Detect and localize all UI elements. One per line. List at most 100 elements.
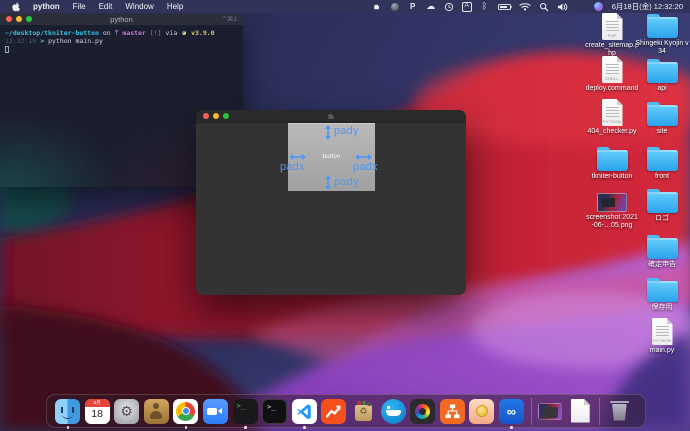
pady-top-arrow-icon: [325, 125, 331, 140]
terminal-cursor: [5, 45, 9, 53]
dock-item-docker[interactable]: [380, 398, 406, 424]
desktop-icon-logo-folder[interactable]: ロゴ: [635, 188, 689, 223]
dock-item-sitemap-app[interactable]: [439, 398, 465, 424]
file-type-badge: SHELL: [605, 76, 619, 81]
folder-icon: [646, 59, 678, 83]
spotlight-icon[interactable]: [539, 1, 549, 12]
running-indicator: [244, 426, 247, 429]
dock-item-infinity-app[interactable]: ∞: [498, 398, 524, 429]
folder-icon: [646, 278, 678, 302]
chrome-icon: [173, 398, 199, 424]
dock-item-database-app[interactable]: [469, 398, 495, 424]
desktop-icon-screenshot-png[interactable]: screenshot 2021-06-…05.png: [585, 188, 639, 229]
running-indicator: [510, 426, 513, 429]
desktop-icon-404-checker-py[interactable]: PYTHON 404_checker.py: [585, 99, 639, 136]
calendar-day: 18: [91, 407, 103, 420]
dock-item-recent-document[interactable]: [568, 398, 593, 424]
time-machine-icon[interactable]: [444, 1, 454, 12]
folder-icon: [646, 14, 678, 38]
folder-icon: [646, 147, 678, 171]
person-icon: [143, 398, 169, 424]
p-app-icon[interactable]: P: [408, 1, 418, 12]
menu-item-file[interactable]: File: [73, 2, 86, 11]
dock-item-iterm[interactable]: >_: [262, 398, 288, 424]
desktop-icon-label: site: [656, 128, 668, 135]
desktop-icon-front-folder[interactable]: front: [635, 146, 689, 181]
dock-item-quicktime[interactable]: [410, 398, 436, 424]
file-type-badge: PHP: [607, 33, 617, 38]
menu-item-help[interactable]: Help: [167, 2, 183, 11]
volume-icon[interactable]: [557, 1, 568, 12]
terminal-prompt-icon: >_: [262, 398, 288, 424]
desktop-icon-label: 保存用: [651, 304, 673, 311]
dock-item-zoom[interactable]: [202, 398, 228, 424]
desktop-icon-label: tkniter-button: [591, 173, 633, 180]
menu-item-edit[interactable]: Edit: [99, 2, 113, 11]
desktop-icon-create-sitemap-php[interactable]: PHP create_sitemap.php: [585, 13, 639, 57]
wifi-icon[interactable]: [519, 1, 531, 12]
on-word: on: [102, 29, 111, 37]
desktop-icon-main-py[interactable]: PYTHON main.py: [635, 318, 689, 355]
desktop-icon-label: main.py: [649, 347, 675, 354]
bluetooth-icon[interactable]: ᛒ: [480, 1, 490, 12]
menu-bar-clock[interactable]: 6月18日(金) 12:32:20: [612, 1, 683, 12]
dock-separator: [530, 397, 532, 425]
desktop-icon-deploy-command[interactable]: SHELL deploy.command: [585, 56, 639, 93]
sphere-app-icon[interactable]: [390, 1, 400, 12]
desktop-icon-tkniter-button-folder[interactable]: tkniter-button: [585, 146, 639, 181]
terminal-titlebar[interactable]: python ⌃⌘1: [0, 13, 243, 25]
calendar-month: 6月: [84, 398, 110, 407]
desktop-icon-shingeki-folder[interactable]: Shingeki Kyojin v34: [635, 13, 689, 55]
dock-item-system-preferences[interactable]: ⚙: [114, 398, 140, 424]
menu-app-name[interactable]: python: [33, 2, 60, 11]
desktop-icon-api-folder[interactable]: api: [635, 58, 689, 93]
docker-whale-icon: [380, 398, 406, 424]
menu-item-window[interactable]: Window: [125, 2, 153, 11]
control-center-icon[interactable]: [576, 3, 586, 11]
infinity-icon: ∞: [498, 398, 524, 424]
via-word: via: [165, 29, 178, 37]
desktop-icon-label: screenshot 2021-06-…05.png: [586, 214, 638, 229]
dock-item-chart-arrow-app[interactable]: [321, 398, 347, 424]
typed-command: python main.py: [48, 37, 103, 45]
file-icon: SHELL: [601, 56, 623, 83]
video-camera-icon: [202, 398, 228, 424]
desktop-icon-tax-folder[interactable]: 確定申告: [635, 234, 689, 269]
dock-item-vscode[interactable]: [291, 398, 317, 429]
file-type-badge: PYTHON: [603, 119, 621, 124]
dock-separator: [599, 397, 601, 425]
document-icon: [570, 398, 590, 423]
desktop-icon-label: 404_checker.py: [587, 128, 637, 135]
dock-item-trash[interactable]: [607, 399, 632, 424]
desktop-icon-site-folder[interactable]: site: [635, 101, 689, 136]
python-version: v3.9.0: [191, 29, 215, 37]
file-icon: PYTHON: [601, 99, 623, 126]
dock-item-chrome[interactable]: [173, 398, 199, 429]
desktop-icon-label: front: [654, 173, 669, 180]
prompt-line-3: [5, 45, 238, 53]
desktop-icon-label: create_sitemap.php: [585, 42, 639, 57]
python-icon: [182, 31, 187, 35]
finder-icon: [55, 398, 80, 424]
desktop-icon-save-folder[interactable]: 保存用: [635, 277, 689, 312]
dock-item-minimized-window[interactable]: [538, 399, 563, 424]
desktop-icon-label: deploy.command: [585, 85, 639, 92]
dock-item-terminal[interactable]: >_: [232, 398, 258, 429]
battery-icon[interactable]: [497, 1, 513, 12]
cloud-icon[interactable]: ☁: [426, 1, 436, 12]
desktop-icon-label: ロゴ: [655, 215, 669, 222]
dock-item-appcleaner[interactable]: ♻: [351, 399, 376, 424]
siri-icon[interactable]: [594, 1, 604, 12]
input-method-icon[interactable]: A: [461, 1, 472, 12]
trash-icon: [609, 400, 629, 422]
file-icon: PHP: [601, 13, 623, 40]
dock-item-contacts[interactable]: [143, 398, 169, 424]
dock-item-calendar[interactable]: 6月 18: [84, 398, 110, 424]
folder-icon: [646, 102, 678, 126]
apple-menu-icon[interactable]: [10, 1, 20, 12]
tk-titlebar[interactable]: tk: [196, 110, 466, 123]
dock-item-finder[interactable]: [55, 398, 80, 429]
hand-icon[interactable]: [372, 1, 382, 12]
tk-window: tk button pady pady padx padx: [196, 110, 466, 295]
running-indicator: [303, 426, 306, 429]
